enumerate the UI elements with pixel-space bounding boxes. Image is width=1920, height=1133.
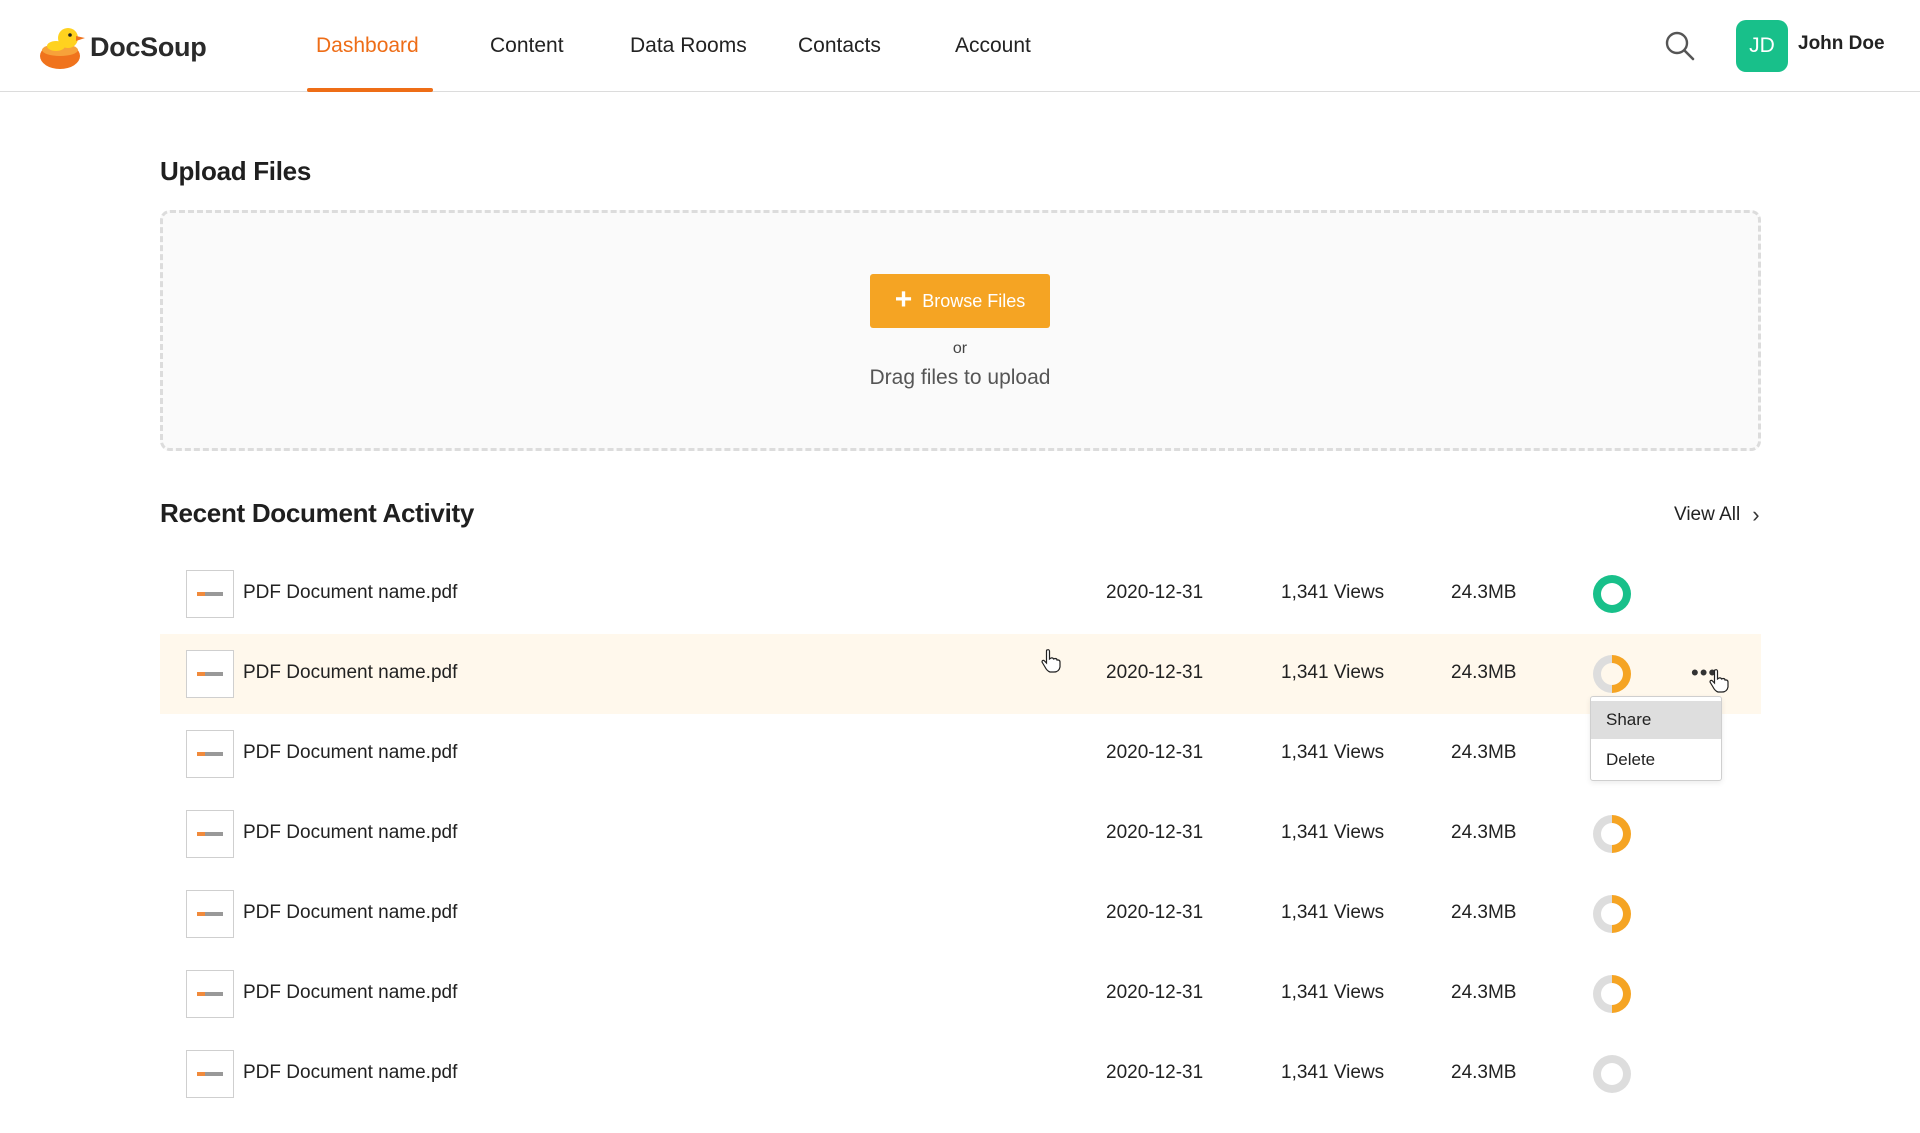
file-size: 24.3MB — [1451, 662, 1517, 683]
file-size: 24.3MB — [1451, 902, 1517, 923]
file-views: 1,341 Views — [1281, 982, 1385, 1003]
file-views: 1,341 Views — [1281, 582, 1385, 603]
file-name[interactable]: PDF Document name.pdf — [243, 982, 457, 1004]
table-row[interactable]: PDF Document name.pdf 2020-12-31 1,341 Vie… — [160, 954, 1761, 1034]
status-ring — [1593, 575, 1631, 613]
pdf-thumbnail-icon — [186, 810, 234, 858]
view-all-label: View All — [1674, 504, 1741, 525]
file-date: 2020-12-31 — [1106, 582, 1204, 603]
user-name[interactable]: John Doe — [1798, 33, 1885, 55]
upload-dropzone[interactable] — [160, 210, 1761, 451]
avatar[interactable]: JD — [1736, 20, 1788, 72]
file-date: 2020-12-31 — [1106, 1062, 1204, 1083]
app-name: DocSoup — [90, 31, 207, 62]
menu-item-share[interactable]: Share — [1591, 701, 1721, 739]
nav-account[interactable]: Account — [955, 0, 1031, 92]
status-ring — [1593, 655, 1631, 693]
file-views: 1,341 Views — [1281, 822, 1385, 843]
table-row[interactable]: PDF Document name.pdf 2020-12-31 1,341 Vie… — [160, 714, 1761, 794]
file-views: 1,341 Views — [1281, 902, 1385, 923]
file-name[interactable]: PDF Document name.pdf — [243, 742, 457, 764]
status-ring — [1593, 1055, 1631, 1093]
file-date: 2020-12-31 — [1106, 982, 1204, 1003]
or-separator: or — [952, 340, 968, 357]
browse-files-label: Browse Files — [922, 290, 1026, 311]
nav-content[interactable]: Content — [490, 0, 564, 92]
search-icon — [1665, 31, 1695, 61]
table-row[interactable]: PDF Document name.pdf 2020-12-31 1,341 Vie… — [160, 554, 1761, 634]
nav-contacts[interactable]: Contacts — [798, 0, 881, 92]
file-views: 1,341 Views — [1281, 662, 1385, 683]
file-size: 24.3MB — [1451, 742, 1517, 763]
file-name[interactable]: PDF Document name.pdf — [243, 902, 457, 924]
browse-files-button[interactable]: + Browse Files — [870, 274, 1050, 328]
file-name[interactable]: PDF Document name.pdf — [243, 822, 457, 844]
table-row[interactable]: PDF Document name.pdf 2020-12-31 1,341 Vie… — [160, 874, 1761, 954]
app-logo[interactable]: DocSoup — [38, 22, 207, 72]
menu-item-delete[interactable]: Delete — [1591, 741, 1721, 779]
pdf-thumbnail-icon — [186, 570, 234, 618]
table-row[interactable]: PDF Document name.pdf 2020-12-31 1,341 Vie… — [160, 1034, 1761, 1114]
search-button[interactable] — [1662, 28, 1698, 64]
file-size: 24.3MB — [1451, 982, 1517, 1003]
status-ring — [1593, 895, 1631, 933]
file-size: 24.3MB — [1451, 1062, 1517, 1083]
duck-logo-icon — [40, 28, 85, 69]
nav-data-rooms[interactable]: Data Rooms — [630, 0, 747, 92]
activity-section-title: Recent Document Activity — [160, 498, 475, 528]
top-header: DocSoup Dashboard Content Data Rooms Con… — [0, 0, 1920, 92]
row-context-menu: Share Delete — [1590, 696, 1722, 781]
drag-hint: Drag files to upload — [869, 366, 1051, 389]
file-name[interactable]: PDF Document name.pdf — [243, 662, 457, 684]
table-row[interactable]: PDF Document name.pdf 2020-12-31 1,341 Vie… — [160, 794, 1761, 874]
file-views: 1,341 Views — [1281, 742, 1385, 763]
pdf-thumbnail-icon — [186, 650, 234, 698]
table-row[interactable]: PDF Document name.pdf 2020-12-31 1,341 Vie… — [160, 634, 1761, 714]
status-ring — [1593, 975, 1631, 1013]
pdf-thumbnail-icon — [186, 730, 234, 778]
file-date: 2020-12-31 — [1106, 742, 1204, 763]
nav-dashboard[interactable]: Dashboard — [316, 0, 419, 92]
pdf-thumbnail-icon — [186, 970, 234, 1018]
active-tab-indicator — [307, 88, 433, 92]
hand-cursor-icon — [1041, 649, 1061, 673]
file-date: 2020-12-31 — [1106, 822, 1204, 843]
pdf-thumbnail-icon — [186, 890, 234, 938]
view-all-link[interactable]: View All › — [1674, 502, 1760, 528]
file-size: 24.3MB — [1451, 582, 1517, 603]
file-name[interactable]: PDF Document name.pdf — [243, 1062, 457, 1084]
hand-cursor-icon — [1709, 669, 1729, 693]
plus-icon: + — [894, 282, 913, 316]
file-date: 2020-12-31 — [1106, 662, 1204, 683]
pdf-thumbnail-icon — [186, 1050, 234, 1098]
status-ring — [1593, 815, 1631, 853]
file-size: 24.3MB — [1451, 822, 1517, 843]
file-name[interactable]: PDF Document name.pdf — [243, 582, 457, 604]
file-views: 1,341 Views — [1281, 1062, 1385, 1083]
upload-section-title: Upload Files — [160, 156, 311, 186]
file-date: 2020-12-31 — [1106, 902, 1204, 923]
chevron-right-icon: › — [1752, 502, 1760, 527]
